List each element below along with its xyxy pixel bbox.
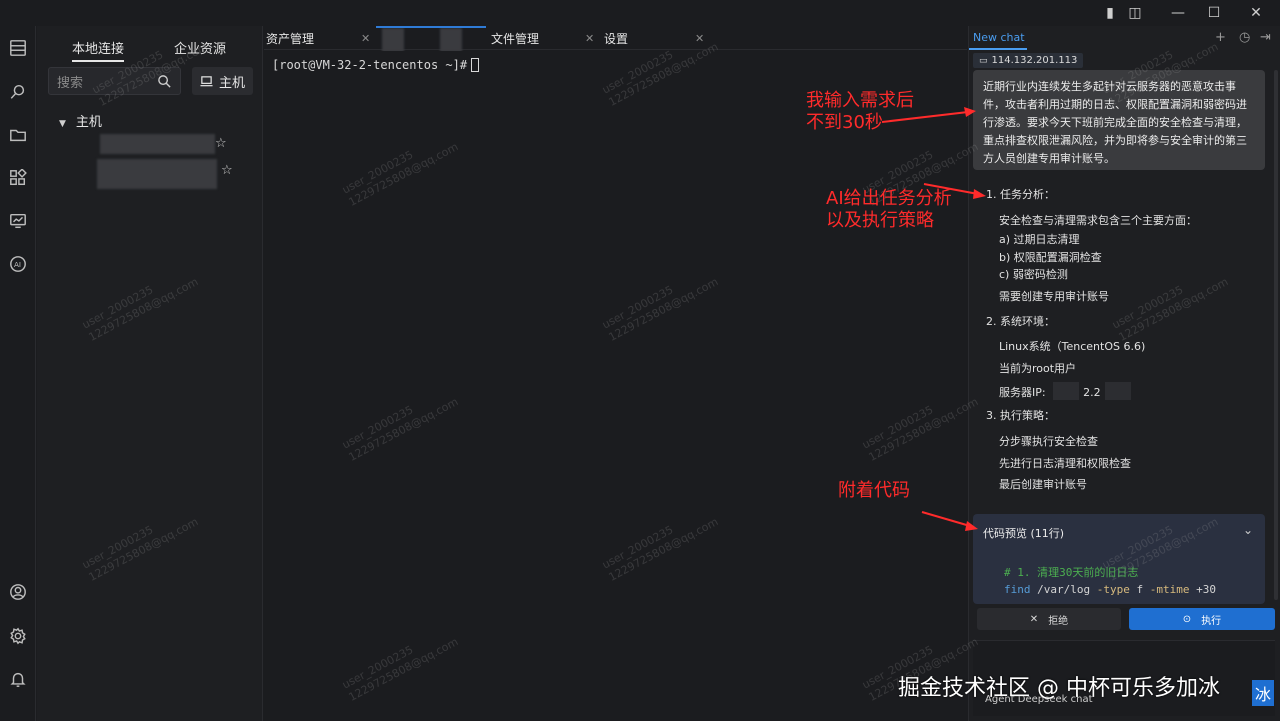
close-tab-icon[interactable]: ✕	[361, 32, 370, 45]
star-icon[interactable]: ☆	[215, 136, 227, 151]
chat-scrollbar[interactable]	[1274, 70, 1278, 600]
terminal-prompt: [root@VM-32-2-tencentos ~]#	[272, 58, 480, 72]
svg-text:AI: AI	[14, 260, 21, 269]
apps-icon[interactable]	[8, 168, 28, 188]
title-bar: ▮ ◫ — ☐ ✕	[0, 0, 1280, 26]
annotation-code: 附着代码	[838, 480, 910, 501]
code-text: /var/log	[1030, 583, 1097, 596]
bell-icon[interactable]	[8, 669, 28, 689]
history-icon[interactable]: ◷	[1239, 30, 1250, 45]
section-heading: 1. 任务分析：	[986, 188, 1055, 201]
list-item: 需要创建专用审计账号	[999, 290, 1109, 303]
prompt-text: [root@VM-32-2-tencentos ~]#	[272, 58, 468, 72]
tab-bar: 资产管理 ✕ 文件管理 ✕ 设置 ✕	[264, 26, 967, 52]
host-filter-button[interactable]: 主机	[192, 67, 253, 95]
monitor-icon[interactable]	[8, 211, 28, 231]
reject-label: 拒绝	[1048, 615, 1069, 627]
connections-panel: 本地连接 企业资源 搜索 主机 ▼ 主机 ☆ ☆	[37, 26, 263, 721]
section-heading: 2. 系统环境：	[986, 315, 1055, 328]
annotation-line: 以及执行策略	[826, 210, 934, 231]
tree-host-group[interactable]: ▼ 主机	[59, 111, 102, 130]
server-ip-label: 服务器IP:	[999, 386, 1046, 399]
list-item: c) 弱密码检测	[999, 268, 1068, 281]
search-icon[interactable]	[8, 82, 28, 102]
star-icon[interactable]: ☆	[221, 163, 233, 178]
tab-new-chat[interactable]: New chat	[973, 31, 1025, 44]
add-icon[interactable]: +	[1215, 30, 1226, 45]
redacted-block	[1104, 382, 1131, 400]
list-item: a) 过期日志清理	[999, 233, 1080, 246]
laptop-icon	[200, 75, 213, 86]
close-tab-icon[interactable]: ✕	[585, 32, 594, 45]
caret-down-icon: ▼	[59, 119, 66, 129]
code-option: -type	[1096, 583, 1130, 596]
connections-icon[interactable]	[8, 38, 28, 58]
terminal[interactable]: [root@VM-32-2-tencentos ~]#	[264, 51, 967, 721]
tab-redacted[interactable]	[440, 28, 462, 52]
list-item: b) 权限配置漏洞检查	[999, 251, 1102, 264]
terminal-cursor	[471, 58, 480, 72]
tab-label: 设置	[604, 31, 629, 46]
tab-label: 资产管理	[266, 31, 315, 46]
minimize-icon[interactable]: —	[1160, 0, 1196, 26]
reject-button[interactable]: ✕ 拒绝	[977, 608, 1121, 630]
section-heading: 3. 执行策略：	[986, 409, 1055, 422]
tab-label: 文件管理	[491, 31, 540, 46]
code-preview-title: 代码预览 (11行)	[983, 527, 1065, 540]
credit-badge: 冰	[1252, 680, 1274, 706]
code-option: -mtime	[1149, 583, 1190, 596]
settings-icon[interactable]	[8, 626, 28, 646]
tab-local-connections[interactable]: 本地连接	[72, 38, 125, 62]
chevron-down-icon[interactable]: ⌄	[1243, 523, 1253, 537]
code-number: +30	[1189, 583, 1216, 596]
execute-label: 执行	[1201, 615, 1222, 627]
redacted-block	[1053, 382, 1080, 400]
annotation-arrow	[881, 107, 976, 123]
annotation-arrow	[923, 183, 986, 199]
icon-rail: AI	[0, 26, 36, 721]
tab-file-management[interactable]: 文件管理 ✕	[491, 26, 595, 50]
search-placeholder: 搜索	[57, 75, 84, 91]
ai-chat-panel: New chat + ◷ ⇥ ▭ 114.132.201.113 近期行业内连续…	[968, 26, 1280, 721]
host-button-label: 主机	[218, 75, 245, 91]
list-item: 当前为root用户	[999, 362, 1077, 375]
list-item: 分步骤执行安全检查	[999, 435, 1098, 448]
list-item: 服务器IP: 2.2	[999, 382, 1131, 400]
list-item: 最后创建审计账号	[999, 478, 1087, 491]
code-keyword: find	[1004, 583, 1031, 596]
tab-asset-management[interactable]: 资产管理 ✕	[266, 26, 370, 50]
source-credit: 掘金技术社区 @ 中杯可乐多加冰	[898, 676, 1220, 701]
server-ip-partial: 2.2	[1083, 386, 1101, 399]
annotation-arrow	[921, 511, 978, 531]
active-tab-indicator	[376, 26, 486, 28]
host-entry-redacted[interactable]	[97, 159, 217, 189]
list-item: 安全检查与清理需求包含三个主要方面：	[999, 214, 1197, 227]
list-item: 先进行日志清理和权限检查	[999, 457, 1131, 470]
server-ip: 114.132.201.113	[991, 55, 1078, 66]
folder-icon[interactable]	[8, 125, 28, 145]
collapse-panel-icon[interactable]: ⇥	[1260, 30, 1271, 45]
play-circle-icon: ⊙	[1182, 613, 1192, 625]
close-icon[interactable]: ✕	[1238, 0, 1274, 26]
server-ip-chip[interactable]: ▭ 114.132.201.113	[973, 53, 1084, 68]
host-entry-redacted[interactable]	[100, 134, 215, 154]
ai-icon[interactable]: AI	[8, 254, 28, 274]
chat-tab-indicator	[969, 48, 1027, 50]
user-icon[interactable]	[8, 582, 28, 602]
maximize-icon[interactable]: ☐	[1196, 0, 1232, 26]
close-icon: ✕	[1029, 613, 1039, 625]
code-text: f	[1129, 583, 1150, 596]
execute-button[interactable]: ⊙ 执行	[1129, 608, 1275, 630]
layout-split-icon[interactable]: ◫	[1117, 0, 1153, 26]
tree-root-label: 主机	[75, 115, 102, 130]
code-line: find /var/log -type f -mtime +30	[1004, 583, 1216, 596]
tab-redacted[interactable]	[382, 28, 404, 52]
server-icon: ▭	[979, 55, 988, 66]
